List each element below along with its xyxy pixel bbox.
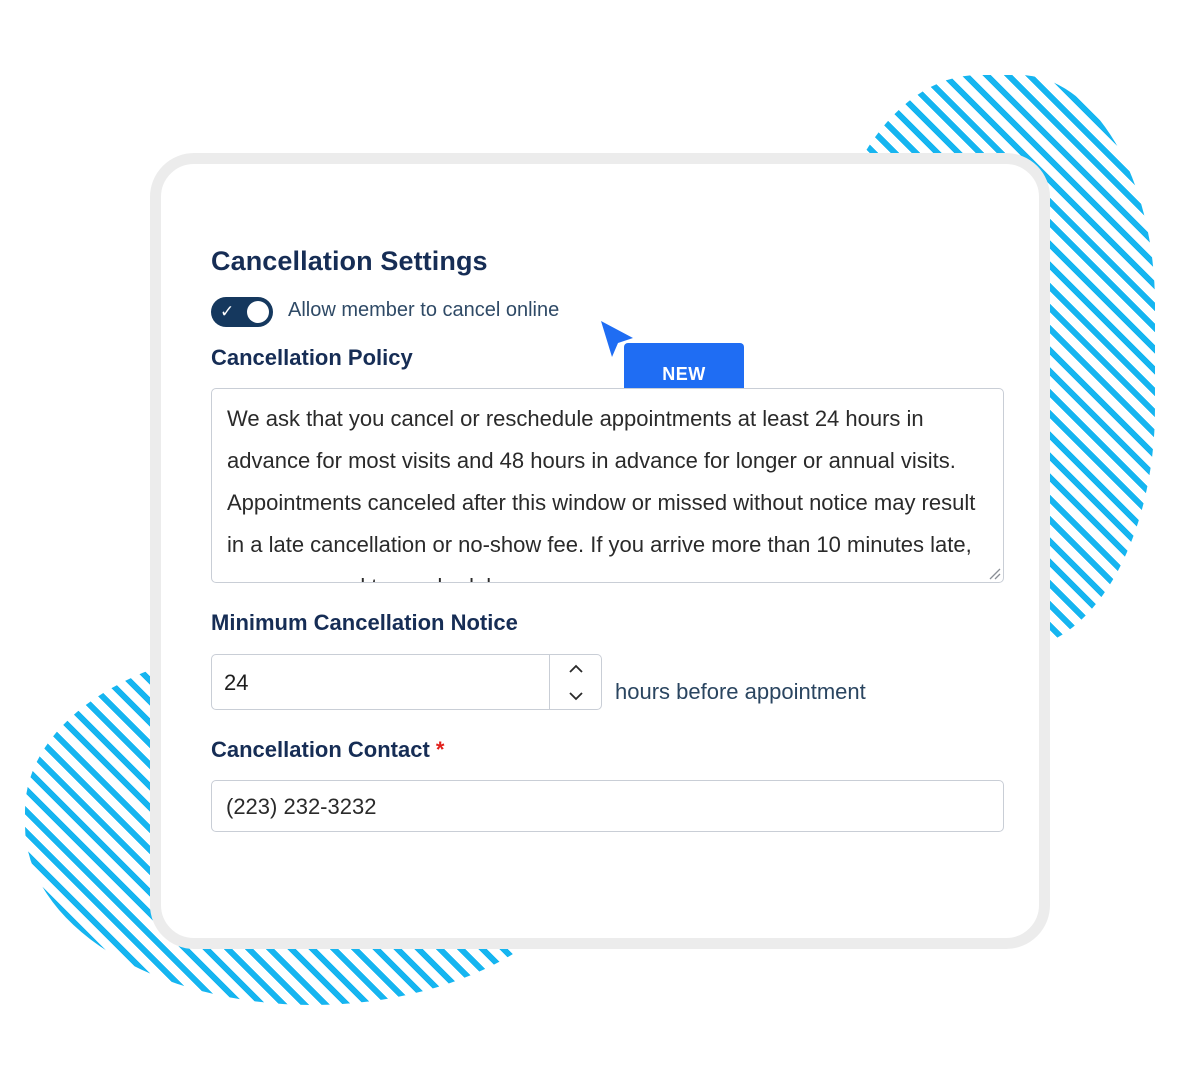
required-marker: * <box>435 737 445 762</box>
notice-unit-text: hours before appointment <box>615 679 866 704</box>
cancellation-policy-textarea[interactable]: We ask that you cancel or reschedule app… <box>211 388 1004 583</box>
chevron-down-icon <box>568 691 583 700</box>
stepper-decrement-button[interactable] <box>550 682 601 709</box>
page-title: Cancellation Settings <box>211 246 488 276</box>
check-icon: ✓ <box>220 302 235 321</box>
policy-text: We ask that you cancel or reschedule app… <box>227 406 976 582</box>
minimum-notice-value[interactable]: 24 <box>224 670 248 696</box>
minimum-notice-stepper[interactable]: 24 <box>211 654 602 710</box>
toggle-knob <box>247 301 269 323</box>
allow-online-cancel-toggle[interactable]: ✓ <box>211 297 273 327</box>
chevron-up-icon <box>568 664 583 673</box>
minimum-notice-label: Minimum Cancellation Notice <box>211 610 518 635</box>
stepper-increment-button[interactable] <box>550 655 601 682</box>
allow-online-cancel-label[interactable]: Allow member to cancel online <box>288 299 559 322</box>
cancellation-contact-input[interactable]: (223) 232-3232 <box>211 780 1004 832</box>
contact-label-text: Cancellation Contact <box>211 737 430 762</box>
cancellation-policy-label: Cancellation Policy <box>211 345 413 370</box>
cancellation-settings-card: Cancellation Settings ✓ Allow member to … <box>150 153 1050 949</box>
stepper-buttons <box>549 655 601 709</box>
cancellation-contact-label: Cancellation Contact * <box>211 737 444 763</box>
resize-handle-icon[interactable] <box>987 566 1001 580</box>
contact-value: (223) 232-3232 <box>226 794 377 819</box>
